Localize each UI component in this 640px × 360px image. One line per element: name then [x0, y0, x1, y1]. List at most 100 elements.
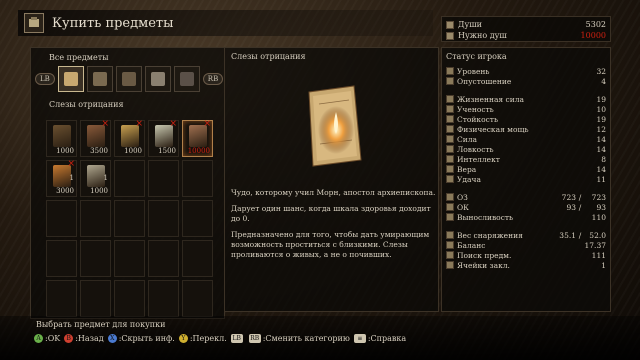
- empty-slot: [182, 200, 213, 237]
- tab-spells[interactable]: [86, 66, 113, 92]
- stat-value: 11: [596, 174, 606, 184]
- stat-label: Ячейки закл.: [457, 260, 510, 270]
- item-slot[interactable]: × 1 3000: [46, 159, 77, 197]
- footer-hint: Выбрать предмет для покупки: [36, 320, 166, 329]
- stat-max: 723: [591, 192, 606, 202]
- stat-value: 19: [596, 94, 606, 104]
- stat-separator: /: [578, 202, 582, 212]
- souls-label: Души: [458, 20, 482, 29]
- status-row: Стойкость 19: [446, 114, 606, 124]
- empty-slot: [80, 240, 111, 277]
- empty-slot: [80, 280, 111, 317]
- tab-armor[interactable]: [144, 66, 171, 92]
- item-slot[interactable]: × 1500: [148, 119, 179, 157]
- stat-value: 10: [596, 104, 606, 114]
- player-status-panel: Статус игрока Уровень 32 Опустошение 4 Жизне…: [441, 47, 611, 312]
- control-hint[interactable]: X:Скрыть инф.: [107, 334, 175, 343]
- status-rows: Уровень 32 Опустошение 4 Жизненная сила 19 Уче…: [446, 66, 606, 270]
- status-row: Уровень 32: [446, 66, 606, 76]
- control-hint[interactable]: Y:Перекл.: [178, 334, 227, 343]
- empty-slot: [46, 240, 77, 277]
- item-count: 1: [69, 174, 74, 182]
- lb-button[interactable]: LB: [35, 73, 55, 85]
- tab-weapons[interactable]: [173, 66, 200, 92]
- gamepad-button-icon: X: [107, 334, 117, 343]
- item-slot[interactable]: × 1000: [114, 119, 145, 157]
- needed-souls-icon: [446, 31, 454, 40]
- item-slot[interactable]: × 3500: [80, 119, 111, 157]
- stat-icon: [446, 241, 454, 249]
- control-hint[interactable]: LB: [230, 334, 245, 343]
- stat-icon: [446, 193, 454, 201]
- controls-bar: A:OK B:Назад X:Скрыть инф. Y:Перекл. LB RB:См…: [34, 334, 406, 343]
- rb-button[interactable]: RB: [202, 73, 224, 85]
- stat-icon: [446, 145, 454, 153]
- selected-item-label: Слезы отрицания: [49, 100, 124, 109]
- stat-icon: [446, 95, 454, 103]
- stat-value: 14: [596, 144, 606, 154]
- control-label: :Перекл.: [189, 334, 227, 343]
- stat-icon: [446, 175, 454, 183]
- stat-icon: [446, 155, 454, 163]
- stat-label: Опустошение: [457, 76, 512, 86]
- stat-value: 8: [601, 154, 606, 164]
- stat-label: Интеллект: [457, 154, 500, 164]
- control-hint[interactable]: B:Назад: [64, 334, 104, 343]
- control-hint[interactable]: RB:Сменить категорию: [248, 334, 350, 343]
- item-price: 1000: [124, 147, 142, 155]
- status-row: ОЗ 723/723: [446, 192, 606, 202]
- empty-slot: [114, 160, 145, 197]
- stat-icon: [446, 203, 454, 211]
- souls-value: 5302: [585, 20, 606, 29]
- stat-label: Ученость: [457, 104, 494, 114]
- empty-slot: [148, 280, 179, 317]
- status-row: ОК 93/93: [446, 202, 606, 212]
- tab-miracles[interactable]: [57, 66, 84, 92]
- sword-icon: [179, 72, 194, 86]
- stat-icon: [446, 135, 454, 143]
- item-price: 3000: [56, 187, 74, 195]
- stat-label: Удача: [457, 174, 481, 184]
- tab-rings[interactable]: [115, 66, 142, 92]
- item-icon: [53, 125, 71, 147]
- stat-icon: [446, 67, 454, 75]
- control-label: :Справка: [367, 334, 407, 343]
- stat-label: ОЗ: [457, 192, 468, 202]
- gamepad-button-icon: A: [34, 334, 43, 343]
- stat-label: Выносливость: [457, 212, 514, 222]
- stat-max: 17.37: [584, 240, 606, 250]
- stat-current: 93: [566, 202, 576, 212]
- status-title: Статус игрока: [446, 52, 507, 61]
- page-title: Купить предметы: [52, 15, 174, 31]
- unavailable-icon: ×: [67, 159, 75, 169]
- item-slot[interactable]: 1 1000: [80, 160, 111, 197]
- item-grid: 1000 × 3500 × 1000 × 1500 × 10000 × 1 3000 1 1000: [46, 119, 213, 317]
- stat-icon: [446, 77, 454, 85]
- gamepad-button-icon: RB: [248, 334, 261, 343]
- shop-icon: [24, 13, 44, 33]
- empty-slot: [182, 240, 213, 277]
- status-row: Удача 11: [446, 174, 606, 184]
- item-slot[interactable]: 1000: [46, 120, 77, 157]
- category-label: Все предметы: [49, 53, 109, 62]
- status-row: Баланс 17.37: [446, 240, 606, 250]
- control-hint[interactable]: A:OK: [34, 334, 60, 343]
- stat-icon: [446, 251, 454, 259]
- unavailable-icon: ×: [135, 119, 143, 129]
- gamepad-button-icon: B: [64, 334, 74, 343]
- status-row: Интеллект 8: [446, 154, 606, 164]
- stat-value: 12: [596, 124, 606, 134]
- control-hint[interactable]: ≡:Справка: [353, 334, 407, 343]
- item-price: 1000: [56, 147, 74, 155]
- stat-label: Стойкость: [457, 114, 499, 124]
- control-label: :Назад: [75, 334, 104, 343]
- needed-souls-label: Нужно душ: [458, 31, 507, 40]
- gamepad-button-icon: Y: [178, 334, 188, 343]
- stat-max: 52.0: [589, 230, 606, 240]
- status-row: Вес снаряжения 35.1/ 52.0: [446, 230, 606, 240]
- tears-of-denial-icon: [308, 85, 362, 167]
- item-slot[interactable]: × 10000: [182, 119, 213, 157]
- staff-icon: [92, 72, 107, 86]
- description-line-1: Чудо, которому учил Морн, апостол архиеп…: [231, 188, 436, 197]
